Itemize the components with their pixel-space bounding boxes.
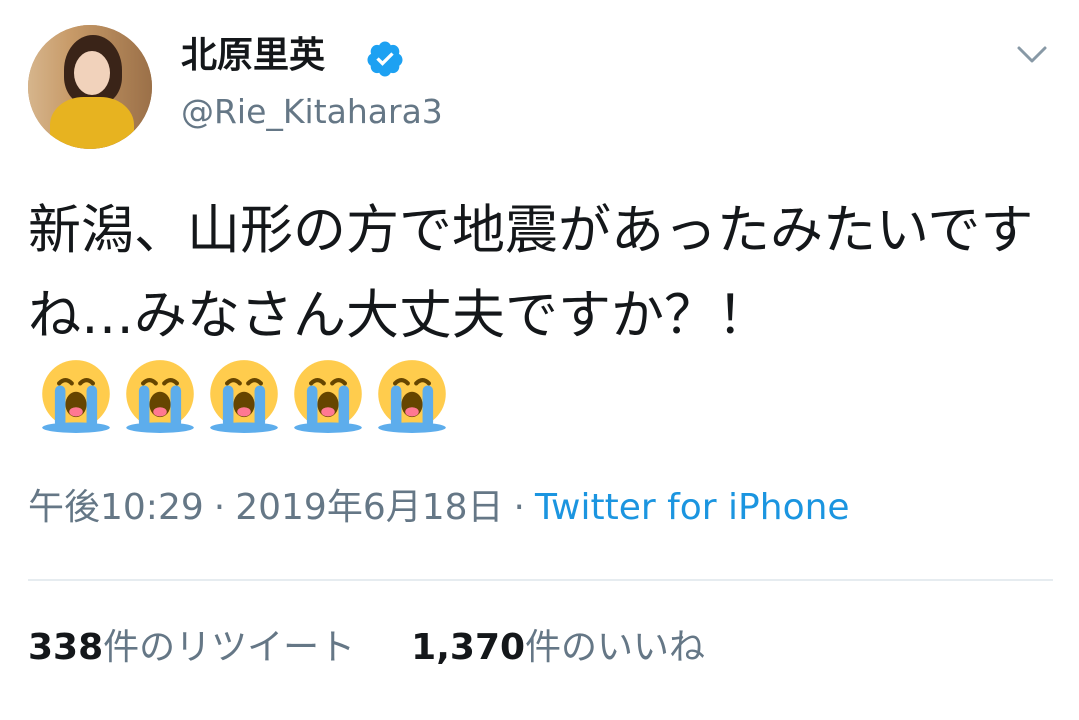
retweets-stat[interactable]: 338件のリツイート — [28, 624, 355, 672]
avatar[interactable] — [28, 25, 152, 149]
likes-label: 件のいいね — [525, 627, 706, 668]
tweet-source-link[interactable]: Twitter for iPhone — [535, 487, 850, 528]
tweet-meta: 午後10:29 · 2019年6月18日 · Twitter for iPhone — [28, 485, 850, 531]
loudly-crying-face-icon — [42, 360, 110, 433]
likes-stat[interactable]: 1,370件のいいね — [411, 624, 705, 672]
emoji-group — [38, 358, 458, 459]
loudly-crying-face-icon — [378, 360, 446, 433]
loudly-crying-face-icon — [210, 360, 278, 433]
loudly-crying-face-icon — [126, 360, 194, 433]
divider — [28, 579, 1053, 581]
retweets-count: 338 — [28, 627, 104, 668]
tweet-body: 新潟、山形の方で地震があったみたいですね…みなさん大丈夫ですか？！ — [28, 188, 1058, 459]
chevron-down-icon[interactable] — [1016, 44, 1048, 66]
loudly-crying-face-icon — [294, 360, 362, 433]
user-handle[interactable]: @Rie_Kitahara3 — [181, 91, 443, 133]
display-name[interactable]: 北原里英 — [181, 34, 325, 78]
tweet-text: 新潟、山形の方で地震があったみたいですね…みなさん大丈夫ですか？！ — [28, 200, 1034, 346]
meta-separator: · — [513, 487, 525, 528]
tweet-time[interactable]: 午後10:29 — [28, 487, 204, 528]
tweet-stats: 338件のリツイート 1,370件のいいね — [28, 624, 761, 672]
likes-count: 1,370 — [411, 627, 526, 668]
tweet-date[interactable]: 2019年6月18日 — [235, 487, 503, 528]
avatar-shirt — [50, 97, 134, 149]
meta-separator: · — [213, 487, 226, 528]
avatar-face — [74, 51, 110, 95]
verified-badge-icon — [367, 41, 403, 77]
retweets-label: 件のリツイート — [103, 627, 356, 668]
